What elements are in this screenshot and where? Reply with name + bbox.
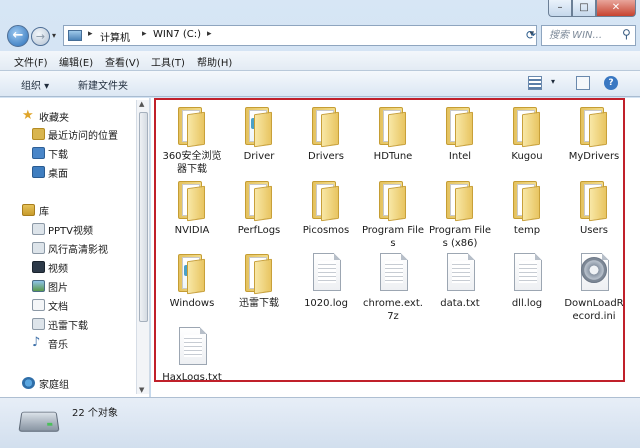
documents-icon bbox=[32, 299, 45, 311]
maximize-button[interactable]: □ bbox=[572, 0, 596, 17]
sidebar-item-downloads[interactable]: 下载 bbox=[0, 145, 138, 161]
star-icon: ★ bbox=[22, 108, 34, 123]
organize-button[interactable]: 组织 ▾ bbox=[21, 77, 49, 92]
minimize-button[interactable]: – bbox=[548, 0, 572, 17]
scroll-up-icon[interactable]: ▲ bbox=[139, 100, 144, 108]
menu-file[interactable]: 文件(F) bbox=[14, 54, 48, 69]
sidebar-item-desktop[interactable]: 桌面 bbox=[0, 164, 138, 180]
scrollbar-thumb[interactable] bbox=[139, 112, 148, 322]
thunder-download-icon bbox=[32, 318, 45, 330]
sidebar-item-fengxing[interactable]: 风行高清影视 bbox=[0, 240, 138, 256]
downloads-icon bbox=[32, 147, 45, 159]
breadcrumb-computer[interactable]: 计算机 bbox=[100, 29, 130, 44]
video-library-icon bbox=[32, 242, 45, 254]
back-button[interactable]: ← bbox=[7, 25, 29, 47]
history-dropdown-icon[interactable]: ▾ bbox=[52, 31, 56, 40]
new-folder-button[interactable]: 新建文件夹 bbox=[78, 77, 128, 92]
highlight-box bbox=[154, 98, 625, 382]
view-dropdown-icon[interactable]: ▾ bbox=[551, 77, 555, 86]
breadcrumb-separator[interactable]: ▸ bbox=[88, 29, 93, 39]
title-bar: – □ ✕ bbox=[0, 0, 640, 20]
breadcrumb-drive[interactable]: WIN7 (C:) bbox=[153, 29, 201, 40]
sidebar-item-recent[interactable]: 最近访问的位置 bbox=[0, 126, 138, 142]
homegroup-icon bbox=[22, 377, 35, 389]
video-library-icon bbox=[32, 223, 45, 235]
menu-help[interactable]: 帮助(H) bbox=[197, 54, 232, 69]
command-bar: 组织 ▾ 新建文件夹 ▾ ? bbox=[0, 71, 640, 97]
navigation-pane: ★ 收藏夹 最近访问的位置 下载 桌面 库 PPTV视频 风行高清影视 视频 图… bbox=[0, 98, 150, 397]
computer-icon bbox=[68, 30, 82, 41]
menu-bar: 文件(F) 编辑(E) 查看(V) 工具(T) 帮助(H) bbox=[0, 51, 640, 71]
music-icon: ♪ bbox=[32, 335, 41, 350]
search-icon[interactable]: ⚲ bbox=[622, 27, 631, 41]
sidebar-item-videos[interactable]: 视频 bbox=[0, 259, 138, 275]
recent-places-icon bbox=[32, 128, 45, 140]
sidebar-item-pptv[interactable]: PPTV视频 bbox=[0, 221, 138, 237]
sidebar-item-music[interactable]: ♪ 音乐 bbox=[0, 335, 138, 351]
preview-pane-icon[interactable] bbox=[576, 76, 590, 90]
view-options-icon[interactable] bbox=[528, 76, 542, 90]
sidebar-homegroup[interactable]: 家庭组 bbox=[0, 375, 138, 391]
desktop-icon bbox=[32, 166, 45, 178]
breadcrumb-separator[interactable]: ▸ bbox=[207, 29, 212, 39]
drive-icon bbox=[18, 411, 60, 432]
scroll-down-icon[interactable]: ▼ bbox=[139, 386, 144, 394]
sidebar-favorites[interactable]: ★ 收藏夹 bbox=[0, 108, 138, 124]
status-bar: 22 个对象 bbox=[0, 397, 640, 448]
sidebar-item-xunlei[interactable]: 迅雷下载 bbox=[0, 316, 138, 332]
sidebar-item-pictures[interactable]: 图片 bbox=[0, 278, 138, 294]
sidebar-libraries[interactable]: 库 bbox=[0, 202, 138, 218]
menu-view[interactable]: 查看(V) bbox=[105, 54, 140, 69]
library-icon bbox=[22, 204, 35, 216]
address-bar[interactable]: ▸ 计算机 ▸ WIN7 (C:) ▸ ▾ bbox=[63, 25, 537, 46]
menu-tools[interactable]: 工具(T) bbox=[151, 54, 185, 69]
close-button[interactable]: ✕ bbox=[596, 0, 636, 17]
forward-button[interactable]: → bbox=[31, 27, 50, 46]
help-icon[interactable]: ? bbox=[604, 76, 618, 90]
item-count: 22 个对象 bbox=[72, 408, 118, 419]
videos-icon bbox=[32, 261, 45, 273]
pictures-icon bbox=[32, 280, 45, 292]
refresh-icon[interactable]: ⟳ bbox=[524, 27, 538, 43]
explorer-window: – □ ✕ ← → ▾ ▸ 计算机 ▸ WIN7 (C:) ▸ ▾ ⟳ 搜索 W… bbox=[0, 0, 640, 448]
menu-edit[interactable]: 编辑(E) bbox=[59, 54, 93, 69]
sidebar-item-documents[interactable]: 文档 bbox=[0, 297, 138, 313]
sidebar-scrollbar[interactable]: ▲ ▼ bbox=[136, 100, 149, 394]
breadcrumb-separator[interactable]: ▸ bbox=[142, 29, 147, 39]
